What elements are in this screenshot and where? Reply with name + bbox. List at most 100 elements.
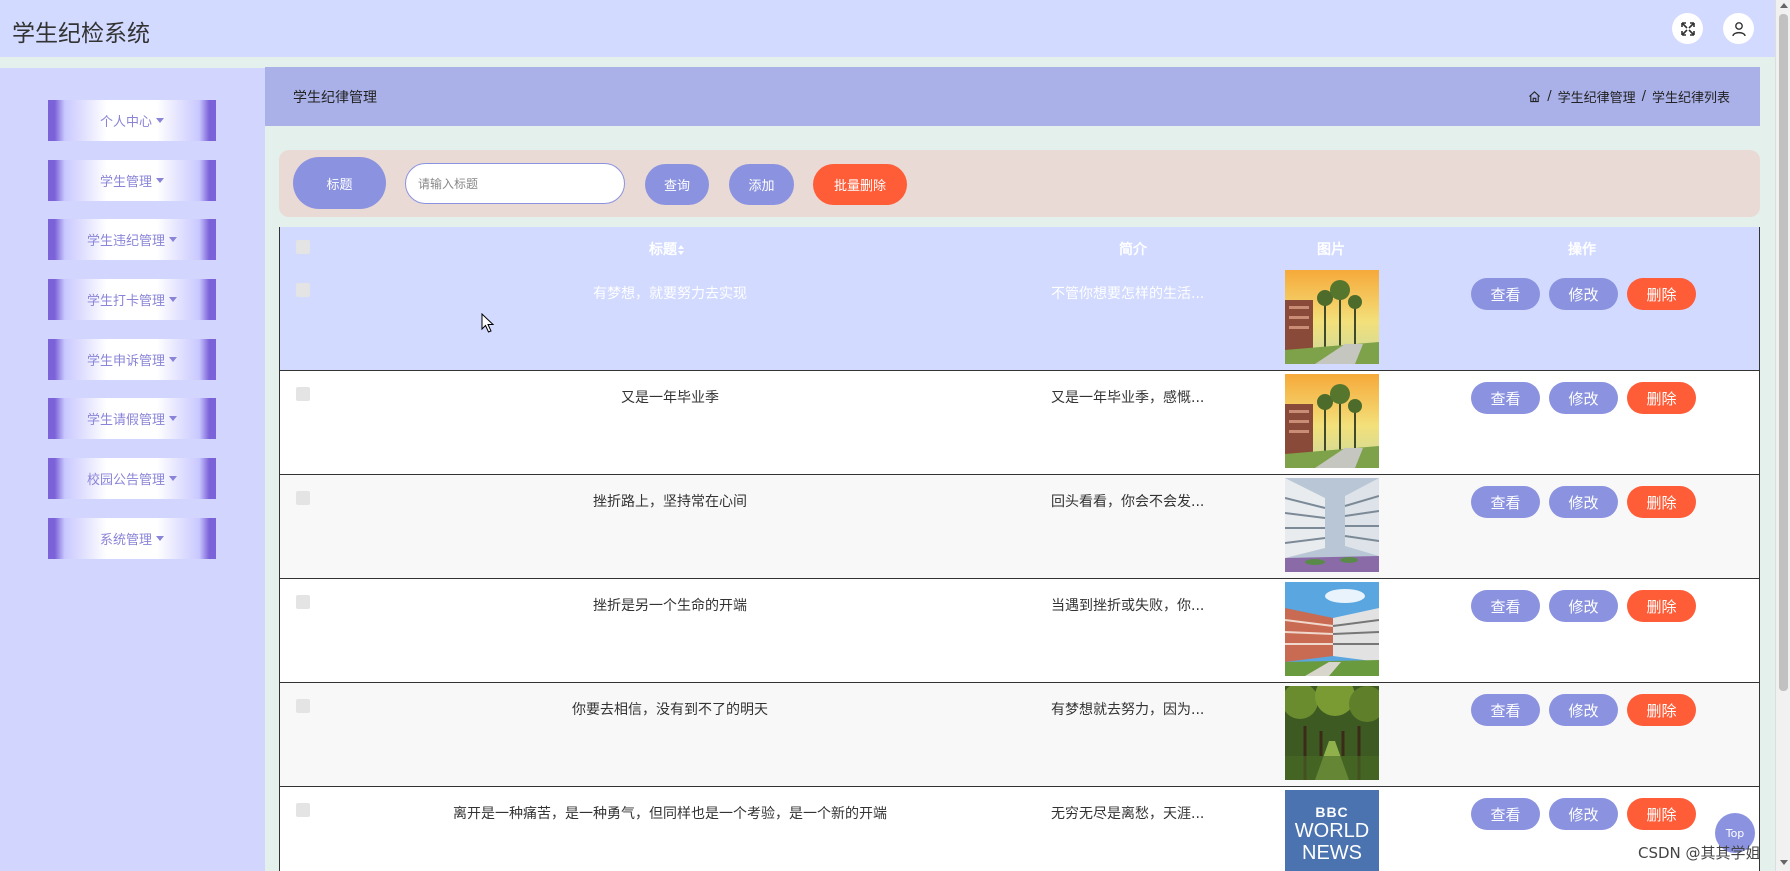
campus-sunset-photo xyxy=(1285,270,1379,364)
sidebar-item-student-management[interactable]: 学生管理 xyxy=(48,160,216,201)
table-header: 标题 简介 图片 操作 xyxy=(280,227,1759,267)
row-checkbox[interactable] xyxy=(296,491,310,505)
bbc-logo-line: WORLD xyxy=(1294,820,1370,842)
sidebar-item-appeal-management[interactable]: 学生申诉管理 xyxy=(48,339,216,380)
sidebar-item-leave-management[interactable]: 学生请假管理 xyxy=(48,398,216,439)
column-header-actions: 操作 xyxy=(1568,242,1596,258)
delete-button[interactable]: 删除 xyxy=(1627,278,1696,310)
scroll-down-arrow-icon[interactable] xyxy=(1780,860,1788,865)
delete-button[interactable]: 删除 xyxy=(1627,486,1696,518)
bbc-world-news-logo: BBC WORLD NEWS xyxy=(1285,790,1379,871)
sidebar-item-label: 学生请假管理 xyxy=(86,413,165,428)
sidebar: 个人中心 学生管理 学生违纪管理 学生打卡管理 学生申诉管理 学生请假管理 校园… xyxy=(0,68,265,871)
caret-down-icon xyxy=(169,297,177,302)
sort-icon[interactable] xyxy=(677,244,685,256)
sidebar-item-label: 学生申诉管理 xyxy=(86,354,165,369)
row-checkbox[interactable] xyxy=(296,803,310,817)
row-checkbox[interactable] xyxy=(296,699,310,713)
batch-delete-button[interactable]: 批量删除 xyxy=(813,164,907,205)
column-header-image: 图片 xyxy=(1317,242,1345,258)
row-intro: 有梦想就去努力，因为... xyxy=(1051,702,1205,718)
page-title: 学生纪律管理 xyxy=(293,90,377,106)
row-intro: 不管你想要怎样的生活... xyxy=(1051,286,1205,302)
caret-down-icon xyxy=(169,357,177,362)
top-header: 学生纪检系统 xyxy=(0,0,1775,57)
table-row[interactable]: 你要去相信，没有到不了的明天 有梦想就去努力，因为... 查看 修改 删除 xyxy=(280,683,1759,787)
breadcrumb-item[interactable]: 学生纪律管理 xyxy=(1558,87,1636,106)
row-intro: 无穷无尽是离愁，天涯... xyxy=(1051,806,1205,822)
page-scrollbar[interactable] xyxy=(1775,0,1790,871)
data-table: 标题 简介 图片 操作 有梦想，就要努力去实现 不管你想要怎样的生活... 查看… xyxy=(279,227,1760,871)
sidebar-item-label: 系统管理 xyxy=(99,533,152,548)
sidebar-item-notice-management[interactable]: 校园公告管理 xyxy=(48,458,216,499)
view-button[interactable]: 查看 xyxy=(1471,694,1540,726)
mouse-cursor-icon xyxy=(481,313,495,333)
view-button[interactable]: 查看 xyxy=(1471,798,1540,830)
select-all-checkbox[interactable] xyxy=(296,240,310,254)
add-button[interactable]: 添加 xyxy=(729,164,794,205)
bbc-logo-line: NEWS xyxy=(1302,842,1362,864)
breadcrumb-item-current: 学生纪律列表 xyxy=(1651,91,1730,106)
view-button[interactable]: 查看 xyxy=(1471,486,1540,518)
caret-down-icon xyxy=(169,476,177,481)
title-search-input[interactable] xyxy=(405,163,625,204)
scroll-thumb[interactable] xyxy=(1779,14,1788,691)
sidebar-item-system-management[interactable]: 系统管理 xyxy=(48,518,216,559)
row-title: 又是一年毕业季 xyxy=(621,390,719,406)
table-row[interactable]: 有梦想，就要努力去实现 不管你想要怎样的生活... 查看 修改 删除 xyxy=(280,267,1759,371)
row-title: 你要去相信，没有到不了的明天 xyxy=(572,702,768,718)
home-icon[interactable] xyxy=(1528,90,1541,103)
table-row[interactable]: 离开是一种痛苦，是一种勇气，但同样也是一个考验，是一个新的开端 无穷无尽是离愁，… xyxy=(280,787,1759,871)
row-checkbox[interactable] xyxy=(296,595,310,609)
sidebar-item-label: 个人中心 xyxy=(99,115,152,130)
scroll-up-arrow-icon[interactable] xyxy=(1780,3,1788,8)
edit-button[interactable]: 修改 xyxy=(1549,798,1618,830)
edit-button[interactable]: 修改 xyxy=(1549,694,1618,726)
breadcrumb: / 学生纪律管理 / 学生纪律列表 xyxy=(1528,87,1730,106)
caret-down-icon xyxy=(156,118,164,123)
sidebar-item-label: 学生管理 xyxy=(99,175,152,190)
campus-building-photo xyxy=(1285,582,1379,676)
column-header-intro: 简介 xyxy=(1119,242,1147,258)
breadcrumb-bar: 学生纪律管理 / 学生纪律管理 / 学生纪律列表 xyxy=(265,67,1760,126)
row-title: 挫折路上，坚持常在心间 xyxy=(593,494,747,510)
caret-down-icon xyxy=(169,237,177,242)
row-intro: 回头看看，你会不会发... xyxy=(1051,494,1205,510)
campus-sunset-photo xyxy=(1285,374,1379,468)
delete-button[interactable]: 删除 xyxy=(1627,694,1696,726)
sidebar-item-label: 学生打卡管理 xyxy=(86,294,165,309)
view-button[interactable]: 查看 xyxy=(1471,278,1540,310)
row-title: 离开是一种痛苦，是一种勇气，但同样也是一个考验，是一个新的开端 xyxy=(453,806,887,822)
app-title: 学生纪检系统 xyxy=(12,21,150,47)
delete-button[interactable]: 删除 xyxy=(1627,382,1696,414)
row-checkbox[interactable] xyxy=(296,283,310,297)
caret-down-icon xyxy=(156,178,164,183)
campus-courtyard-photo xyxy=(1285,478,1379,572)
edit-button[interactable]: 修改 xyxy=(1549,382,1618,414)
sidebar-item-violation-management[interactable]: 学生违纪管理 xyxy=(48,219,216,260)
breadcrumb-separator: / xyxy=(1641,89,1646,104)
row-checkbox[interactable] xyxy=(296,387,310,401)
view-button[interactable]: 查看 xyxy=(1471,590,1540,622)
fullscreen-button[interactable] xyxy=(1672,13,1703,44)
edit-button[interactable]: 修改 xyxy=(1549,590,1618,622)
caret-down-icon xyxy=(169,416,177,421)
tree-path-photo xyxy=(1285,686,1379,780)
sidebar-item-checkin-management[interactable]: 学生打卡管理 xyxy=(48,279,216,320)
sidebar-item-personal-center[interactable]: 个人中心 xyxy=(48,100,216,141)
sidebar-item-label: 校园公告管理 xyxy=(86,473,165,488)
table-row[interactable]: 又是一年毕业季 又是一年毕业季，感慨... 查看 修改 删除 xyxy=(280,371,1759,475)
delete-button[interactable]: 删除 xyxy=(1627,590,1696,622)
view-button[interactable]: 查看 xyxy=(1471,382,1540,414)
delete-button[interactable]: 删除 xyxy=(1627,798,1696,830)
table-row[interactable]: 挫折路上，坚持常在心间 回头看看，你会不会发... 查看 修改 删除 xyxy=(280,475,1759,579)
row-title: 挫折是另一个生命的开端 xyxy=(593,598,747,614)
column-header-title[interactable]: 标题 xyxy=(649,239,685,259)
row-intro: 又是一年毕业季，感慨... xyxy=(1051,390,1205,406)
query-button[interactable]: 查询 xyxy=(645,164,709,205)
search-panel: 标题 查询 添加 批量删除 xyxy=(279,150,1760,217)
table-row[interactable]: 挫折是另一个生命的开端 当遇到挫折或失败，你... 查看 修改 删除 xyxy=(280,579,1759,683)
edit-button[interactable]: 修改 xyxy=(1549,278,1618,310)
user-button[interactable] xyxy=(1723,13,1754,44)
edit-button[interactable]: 修改 xyxy=(1549,486,1618,518)
